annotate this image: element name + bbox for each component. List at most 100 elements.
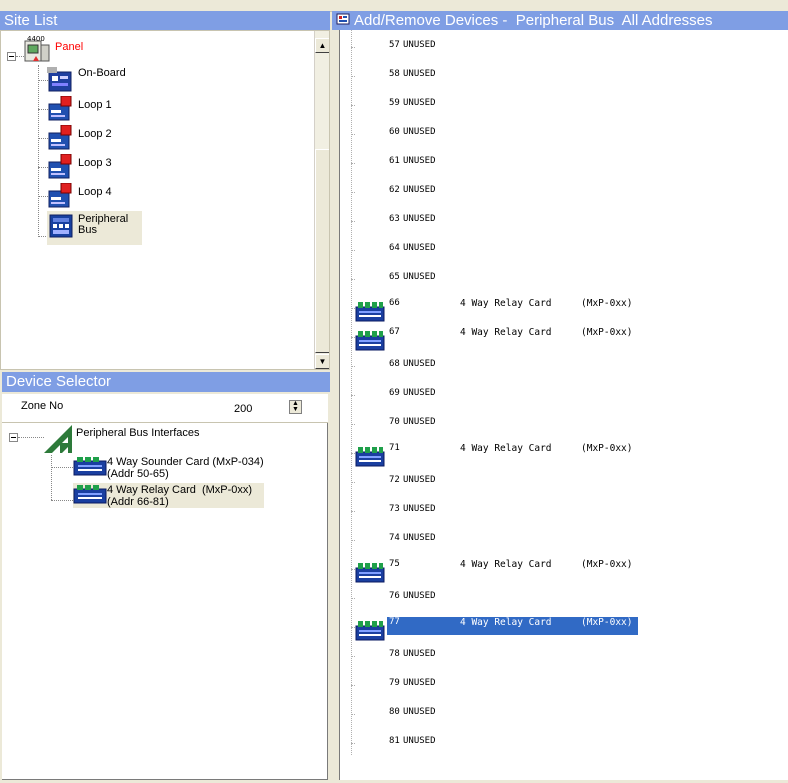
- device-code: (MxP-0xx): [581, 327, 633, 338]
- device-status: UNUSED: [403, 40, 436, 50]
- tree-label-on-board: On-Board: [78, 67, 126, 79]
- zone-spinner[interactable]: ▲ ▼: [289, 400, 302, 414]
- tree-node-loop-1[interactable]: Loop 1: [47, 95, 112, 127]
- device-address: 69: [389, 388, 400, 398]
- scroll-thumb[interactable]: [315, 149, 329, 353]
- device-row[interactable]: 78 UNUSED: [340, 646, 780, 675]
- device-address: 65: [389, 272, 400, 282]
- site-list-scrollbar[interactable]: ▲ ▼: [314, 31, 329, 369]
- device-row[interactable]: 79 UNUSED: [340, 675, 780, 704]
- device-code: (MxP-0xx): [581, 559, 633, 570]
- tree-node-relay-card[interactable]: 4 Way Relay Card (MxP-0xx) (Addr 66-81): [73, 483, 265, 508]
- device-row[interactable]: 61 UNUSED: [340, 153, 780, 182]
- loop-icon: [47, 124, 75, 156]
- loop-icon: [47, 182, 75, 214]
- device-row[interactable]: 70 UNUSED: [340, 414, 780, 443]
- device-row[interactable]: 58 UNUSED: [340, 66, 780, 95]
- tree-node-loop-4[interactable]: Loop 4: [47, 182, 112, 214]
- device-address: 77: [389, 617, 400, 627]
- device-name: 4 Way Relay Card: [460, 443, 552, 454]
- device-address: 70: [389, 417, 400, 427]
- interfaces-icon: [42, 423, 74, 458]
- device-address: 75: [389, 559, 400, 569]
- collapse-toggle[interactable]: [9, 433, 18, 442]
- device-address: 78: [389, 649, 400, 659]
- device-row[interactable]: 74 UNUSED: [340, 530, 780, 559]
- devices-header-icon: [336, 12, 350, 30]
- device-row[interactable]: 64 UNUSED: [340, 240, 780, 269]
- devices-list[interactable]: 57 UNUSED 58 UNUSED 59 UNUSED 60 UNUSED 61 UNUSED…: [339, 30, 788, 780]
- device-status: UNUSED: [403, 98, 436, 108]
- device-row[interactable]: 66 4 Way Relay Card (MxP-0xx): [340, 298, 780, 327]
- peripheral-line2: Bus: [78, 224, 97, 236]
- card-icon: [73, 455, 107, 480]
- device-name: 4 Way Relay Card: [460, 617, 552, 628]
- device-status: UNUSED: [403, 417, 436, 427]
- collapse-toggle[interactable]: [7, 52, 16, 61]
- device-address: 66: [389, 298, 400, 308]
- device-address: 57: [389, 40, 400, 50]
- tree-label-interfaces: Peripheral Bus Interfaces: [76, 427, 200, 439]
- device-row[interactable]: 77 4 Way Relay Card (MxP-0xx): [340, 617, 780, 646]
- device-row[interactable]: 72 UNUSED: [340, 472, 780, 501]
- tree-node-panel[interactable]: 4400 Panel: [21, 35, 83, 70]
- tree-label-sounder-card: 4 Way Sounder Card (MxP-034) (Addr 50-65…: [107, 456, 264, 480]
- site-list-header: Site List: [0, 11, 330, 30]
- devices-header: Add/Remove Devices - Peripheral Bus All …: [332, 11, 788, 30]
- device-row[interactable]: 68 UNUSED: [340, 356, 780, 385]
- device-address: 63: [389, 214, 400, 224]
- scroll-down-button[interactable]: ▼: [315, 354, 329, 369]
- tree-label-panel: Panel: [55, 41, 84, 53]
- device-row[interactable]: 60 UNUSED: [340, 124, 780, 153]
- device-address: 76: [389, 591, 400, 601]
- device-row[interactable]: 57 UNUSED: [340, 37, 780, 66]
- device-status: UNUSED: [403, 243, 436, 253]
- device-address: 72: [389, 475, 400, 485]
- tree-node-peripheral-bus[interactable]: Peripheral Bus: [47, 211, 143, 245]
- tree-node-peripheral-bus-interfaces[interactable]: Peripheral Bus Interfaces: [42, 423, 200, 458]
- device-row[interactable]: 73 UNUSED: [340, 501, 780, 530]
- device-status: UNUSED: [403, 214, 436, 224]
- device-row[interactable]: 59 UNUSED: [340, 95, 780, 124]
- devices-header-title: Add/Remove Devices - Peripheral Bus All …: [354, 12, 713, 29]
- device-address: 60: [389, 127, 400, 137]
- device-code: (MxP-0xx): [581, 298, 633, 309]
- tree-label-loop-1: Loop 1: [78, 99, 112, 111]
- sounder-line1: 4 Way Sounder Card (MxP-034): [107, 456, 264, 468]
- loop-icon: [47, 153, 75, 185]
- device-status: UNUSED: [403, 504, 436, 514]
- device-status: UNUSED: [403, 707, 436, 717]
- device-status: UNUSED: [403, 533, 436, 543]
- device-status: UNUSED: [403, 475, 436, 485]
- device-row[interactable]: 76 UNUSED: [340, 588, 780, 617]
- tree-label-loop-4: Loop 4: [78, 186, 112, 198]
- device-row[interactable]: 67 4 Way Relay Card (MxP-0xx): [340, 327, 780, 356]
- device-status: UNUSED: [403, 591, 436, 601]
- site-list-tree[interactable]: 4400 Panel On-Board Loop 1 Loop 2 Loop 3…: [0, 30, 330, 370]
- zone-value[interactable]: 200: [234, 403, 252, 415]
- device-address: 80: [389, 707, 400, 717]
- device-status: UNUSED: [403, 272, 436, 282]
- tree-node-on-board[interactable]: On-Board: [47, 67, 126, 98]
- device-row[interactable]: 65 UNUSED: [340, 269, 780, 298]
- scroll-up-button[interactable]: ▲: [315, 38, 329, 53]
- device-row[interactable]: 62 UNUSED: [340, 182, 780, 211]
- device-selector-tree[interactable]: Peripheral Bus Interfaces 4 Way Sounder …: [2, 423, 328, 780]
- tree-node-loop-2[interactable]: Loop 2: [47, 124, 112, 156]
- device-status: UNUSED: [403, 185, 436, 195]
- tree-node-loop-3[interactable]: Loop 3: [47, 153, 112, 185]
- device-row[interactable]: 71 4 Way Relay Card (MxP-0xx): [340, 443, 780, 472]
- device-code: (MxP-0xx): [581, 443, 633, 454]
- device-address: 74: [389, 533, 400, 543]
- device-address: 64: [389, 243, 400, 253]
- card-icon: [73, 483, 107, 508]
- tree-node-sounder-card[interactable]: 4 Way Sounder Card (MxP-034) (Addr 50-65…: [73, 455, 264, 480]
- device-row[interactable]: 75 4 Way Relay Card (MxP-0xx): [340, 559, 780, 588]
- device-name: 4 Way Relay Card: [460, 327, 552, 338]
- device-row[interactable]: 81 UNUSED: [340, 733, 780, 762]
- board-icon: [47, 67, 75, 98]
- device-status: UNUSED: [403, 736, 436, 746]
- device-row[interactable]: 63 UNUSED: [340, 211, 780, 240]
- device-row[interactable]: 80 UNUSED: [340, 704, 780, 733]
- device-row[interactable]: 69 UNUSED: [340, 385, 780, 414]
